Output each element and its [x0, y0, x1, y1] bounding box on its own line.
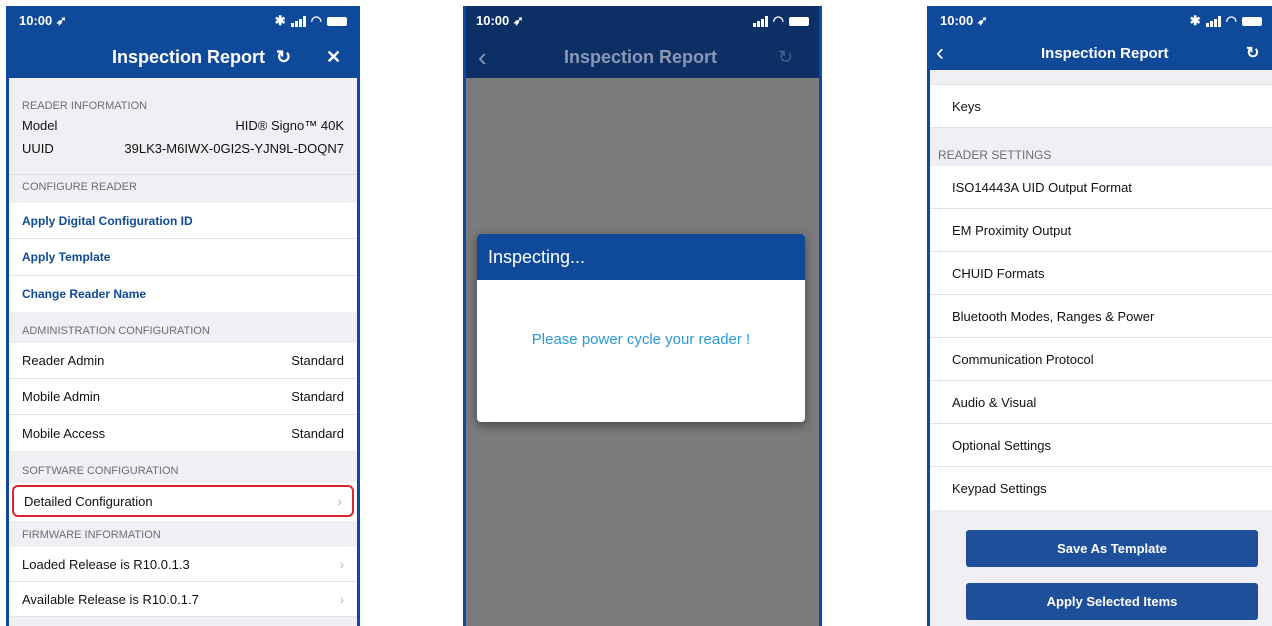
- location-arrow-icon: ➶: [55, 13, 67, 28]
- chevron-right-icon: ›: [337, 493, 342, 509]
- setting-em-proximity[interactable]: EM Proximity Output: [930, 209, 1272, 252]
- row-label: Mobile Access: [22, 425, 106, 441]
- signal-icon: [1205, 15, 1221, 27]
- screen-inspection-report: 10:00 ➶ ✱ ◠ Inspection Report ↻ ✕ READER…: [6, 6, 360, 626]
- status-bar: 10:00 ➶ ✱ ◠: [930, 6, 1272, 36]
- section-header-reader-info: READER INFORMATION: [22, 100, 148, 112]
- save-as-template-button[interactable]: Save As Template: [966, 530, 1258, 567]
- status-bar: 10:00 ➶ ✱ ◠: [9, 6, 357, 36]
- bluetooth-icon: ✱: [1189, 13, 1201, 28]
- battery-icon: [1242, 16, 1262, 26]
- setting-keypad[interactable]: Keypad Settings: [930, 467, 1272, 510]
- row-label: Reader Admin: [22, 353, 105, 368]
- signal-icon: [290, 15, 306, 27]
- item-label: Detailed Configuration: [24, 493, 153, 509]
- back-chevron-icon[interactable]: ‹: [936, 39, 944, 67]
- row-value: Standard: [291, 425, 344, 441]
- uuid-label: UUID: [22, 140, 54, 156]
- mobile-admin-row[interactable]: Mobile Admin Standard: [9, 379, 357, 415]
- nav-bar: ‹ Inspection Report ↻: [466, 36, 819, 78]
- available-release-item[interactable]: Available Release is R10.0.1.7 ›: [9, 582, 357, 617]
- signal-icon: [752, 15, 768, 27]
- status-time: 10:00: [19, 13, 53, 28]
- status-time: 10:00: [476, 13, 510, 28]
- chevron-right-icon: ›: [339, 591, 344, 607]
- model-label: Model: [22, 117, 58, 133]
- row-label: Mobile Admin: [22, 389, 101, 404]
- item-label: Available Release is R10.0.1.7: [22, 591, 199, 607]
- dialog-header: Inspecting...: [477, 234, 805, 280]
- inspecting-dialog: Inspecting... Please power cycle your re…: [477, 234, 805, 422]
- section-header-configure: CONFIGURE READER: [9, 174, 357, 203]
- battery-icon: [327, 16, 347, 26]
- nav-bar: ‹ Inspection Report ↻: [930, 36, 1272, 70]
- wifi-icon: ◠: [310, 13, 322, 28]
- setting-iso14443a[interactable]: ISO14443A UID Output Format: [930, 166, 1272, 209]
- page-title: Inspection Report: [112, 46, 266, 67]
- setting-communication-protocol[interactable]: Communication Protocol: [930, 338, 1272, 381]
- refresh-icon[interactable]: ↻: [1246, 43, 1259, 63]
- apply-template-item[interactable]: Apply Template: [9, 239, 357, 276]
- model-row: Model HID® Signo™ 40K: [9, 114, 357, 136]
- screen-reader-settings: 10:00 ➶ ✱ ◠ ‹ Inspection Report ↻ Keys R…: [927, 6, 1272, 626]
- close-icon[interactable]: ✕: [326, 47, 341, 68]
- page-title: Inspection Report: [1041, 44, 1169, 62]
- keys-item[interactable]: Keys: [930, 84, 1272, 128]
- dialog-message: Please power cycle your reader !: [531, 331, 751, 348]
- detailed-config-container: Detailed Configuration ›: [9, 483, 357, 521]
- dialog-title: Inspecting...: [488, 246, 586, 267]
- reader-admin-row[interactable]: Reader Admin Standard: [9, 343, 357, 379]
- uuid-value: 39LK3-M6IWX-0GI2S-YJN9L-DOQN7: [124, 140, 344, 156]
- loaded-release-item[interactable]: Loaded Release is R10.0.1.3 ›: [9, 547, 357, 582]
- setting-chuid-formats[interactable]: CHUID Formats: [930, 252, 1272, 295]
- back-chevron-icon[interactable]: ‹: [478, 42, 487, 73]
- status-bar: 10:00 ➶ ◠: [466, 6, 819, 36]
- battery-icon: [789, 16, 809, 26]
- refresh-icon[interactable]: ↻: [276, 47, 291, 68]
- section-header-reader-settings: READER SETTINGS: [938, 148, 1052, 162]
- model-value: HID® Signo™ 40K: [235, 117, 344, 133]
- section-header-firmware: FIRMWARE INFORMATION: [22, 529, 161, 541]
- screen-inspecting: 10:00 ➶ ◠ ‹ Inspection Report ↻ Inspecti…: [463, 6, 822, 626]
- item-label: Loaded Release is R10.0.1.3: [22, 556, 190, 572]
- page-title: Inspection Report: [564, 46, 718, 67]
- setting-bluetooth[interactable]: Bluetooth Modes, Ranges & Power: [930, 295, 1272, 338]
- change-reader-name-item[interactable]: Change Reader Name: [9, 276, 357, 312]
- detailed-configuration-item[interactable]: Detailed Configuration ›: [12, 485, 354, 517]
- mobile-access-row[interactable]: Mobile Access Standard: [9, 415, 357, 451]
- row-value: Standard: [291, 389, 344, 404]
- chevron-right-icon: ›: [339, 556, 344, 572]
- location-arrow-icon: ➶: [976, 13, 988, 28]
- location-arrow-icon: ➶: [512, 13, 524, 28]
- section-header-admin: ADMINISTRATION CONFIGURATION: [22, 325, 210, 337]
- status-time: 10:00: [940, 13, 974, 28]
- refresh-icon: ↻: [778, 46, 794, 67]
- setting-audio-visual[interactable]: Audio & Visual: [930, 381, 1272, 424]
- section-header-software: SOFTWARE CONFIGURATION: [22, 465, 179, 477]
- nav-bar: Inspection Report ↻ ✕: [9, 36, 357, 78]
- setting-optional[interactable]: Optional Settings: [930, 424, 1272, 467]
- apply-digital-config-item[interactable]: Apply Digital Configuration ID: [9, 203, 357, 239]
- bluetooth-icon: ✱: [274, 13, 286, 28]
- wifi-icon: ◠: [772, 13, 784, 28]
- apply-selected-items-button[interactable]: Apply Selected Items: [966, 583, 1258, 620]
- wifi-icon: ◠: [1225, 13, 1237, 28]
- uuid-row: UUID 39LK3-M6IWX-0GI2S-YJN9L-DOQN7: [9, 136, 357, 160]
- row-value: Standard: [291, 353, 344, 368]
